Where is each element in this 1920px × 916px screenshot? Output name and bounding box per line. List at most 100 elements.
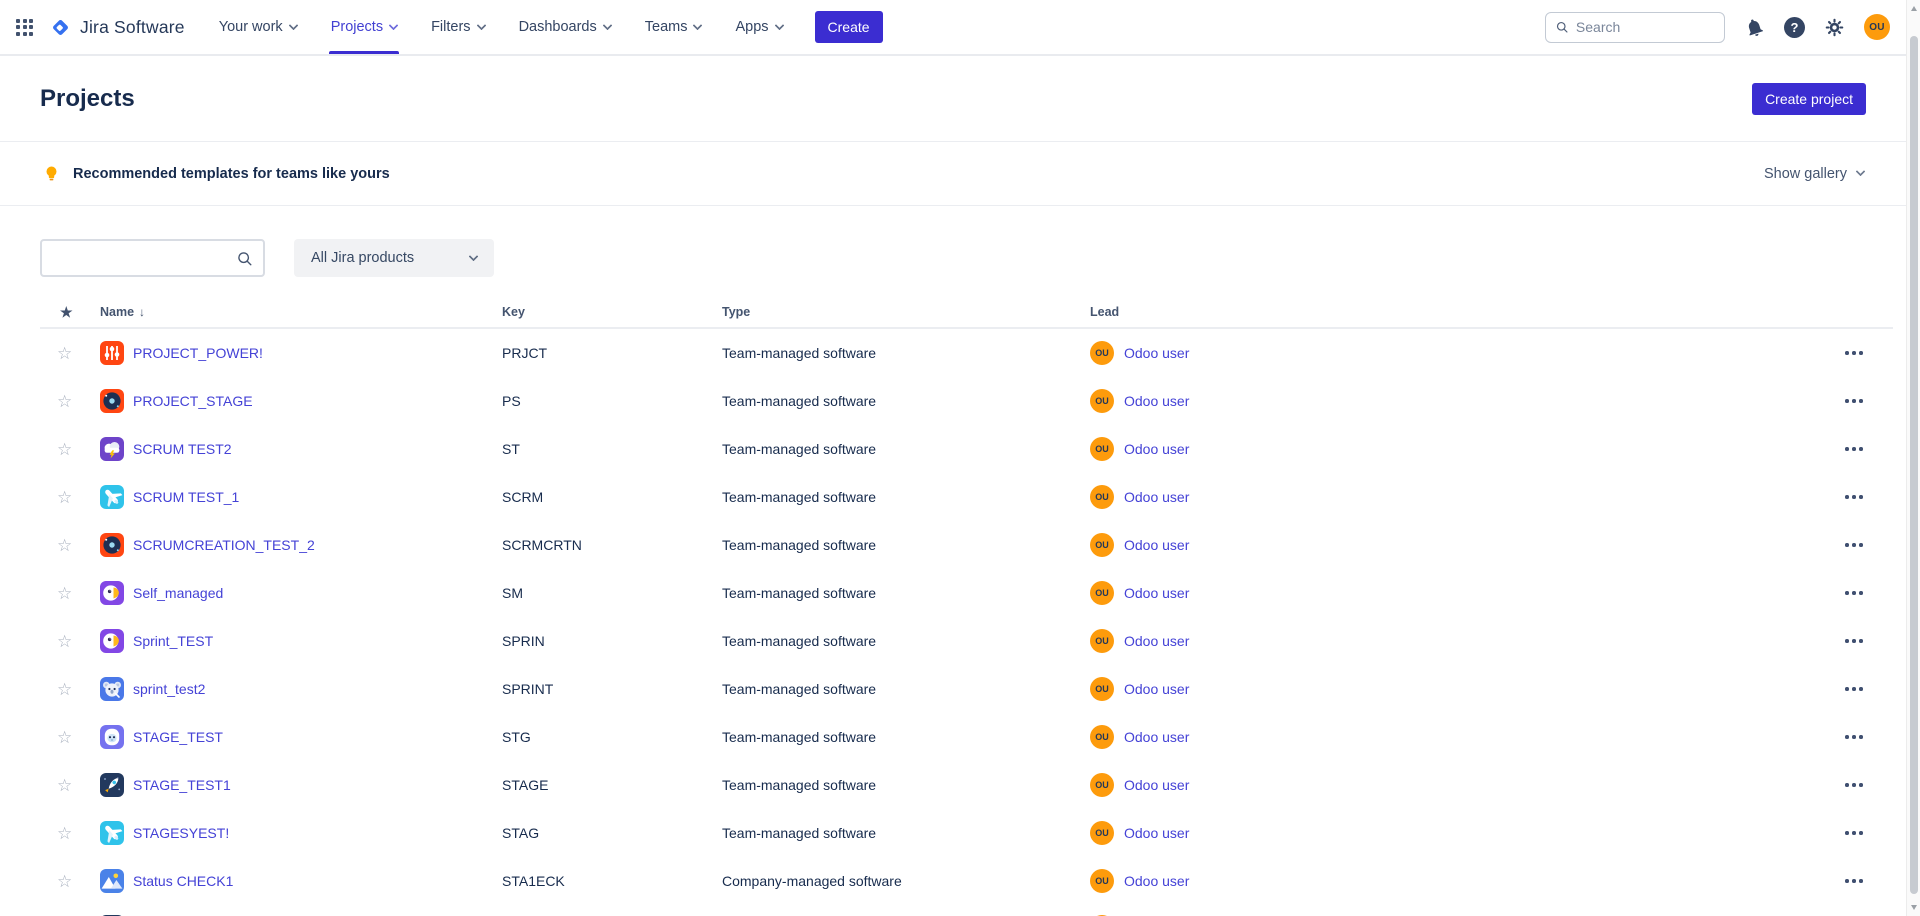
scroll-down-arrow-icon[interactable] <box>1911 905 1917 910</box>
row-actions-button[interactable] <box>1837 351 1893 355</box>
global-search[interactable] <box>1545 12 1725 43</box>
project-type: Company-managed software <box>722 873 1090 889</box>
create-button[interactable]: Create <box>815 11 883 43</box>
scrollbar-thumb[interactable] <box>1910 36 1918 894</box>
project-name-link[interactable]: SCRUM TEST2 <box>133 441 232 457</box>
project-search-input[interactable] <box>52 250 236 266</box>
row-actions-button[interactable] <box>1837 687 1893 691</box>
lead-link[interactable]: Odoo user <box>1124 489 1189 505</box>
lead-link[interactable]: Odoo user <box>1124 633 1189 649</box>
lead-link[interactable]: Odoo user <box>1124 537 1189 553</box>
page-title: Projects <box>40 85 135 113</box>
star-toggle[interactable]: ☆ <box>40 633 100 650</box>
column-header-lead[interactable]: Lead <box>1090 305 1837 319</box>
project-type: Team-managed software <box>722 585 1090 601</box>
project-name-link[interactable]: sprint_test2 <box>133 681 205 697</box>
project-search[interactable] <box>40 239 265 277</box>
project-key: PS <box>502 393 722 409</box>
app-switcher-icon[interactable] <box>16 19 33 36</box>
column-header-name[interactable]: Name ↓ <box>100 305 502 319</box>
row-actions-button[interactable] <box>1837 879 1893 883</box>
project-key: STG <box>502 729 722 745</box>
star-toggle[interactable]: ☆ <box>40 393 100 410</box>
lead-link[interactable]: Odoo user <box>1124 873 1189 889</box>
star-toggle[interactable]: ☆ <box>40 537 100 554</box>
product-name: Jira Software <box>80 17 185 38</box>
yeti-icon <box>100 725 124 749</box>
nav-item-apps[interactable]: Apps <box>735 0 782 54</box>
table-header: ★ Name ↓ Key Type Lead <box>40 297 1893 329</box>
lead-link[interactable]: Odoo user <box>1124 729 1189 745</box>
project-key: SCRMCRTN <box>502 537 722 553</box>
create-project-button[interactable]: Create project <box>1752 83 1866 115</box>
row-actions-button[interactable] <box>1837 399 1893 403</box>
project-name-link[interactable]: PROJECT_POWER! <box>133 345 263 361</box>
nav-item-label: Dashboards <box>519 19 597 35</box>
help-button[interactable]: ? <box>1784 17 1805 38</box>
product-filter-value: All Jira products <box>311 250 414 266</box>
product-filter-dropdown[interactable]: All Jira products <box>294 239 494 277</box>
project-type: Team-managed software <box>722 393 1090 409</box>
star-toggle[interactable]: ☆ <box>40 873 100 890</box>
project-name-link[interactable]: SCRUM TEST_1 <box>133 489 239 505</box>
row-actions-button[interactable] <box>1837 735 1893 739</box>
nav-item-dashboards[interactable]: Dashboards <box>519 0 611 54</box>
nav-right-cluster: ? OU <box>1545 12 1890 43</box>
settings-button[interactable] <box>1824 17 1845 38</box>
lead-link[interactable]: Odoo user <box>1124 345 1189 361</box>
sort-descending-icon: ↓ <box>139 305 145 319</box>
user-avatar[interactable]: OU <box>1864 14 1890 40</box>
project-name-link[interactable]: Sprint_TEST <box>133 633 213 649</box>
star-toggle[interactable]: ☆ <box>40 441 100 458</box>
project-name-link[interactable]: Self_managed <box>133 585 223 601</box>
project-name-link[interactable]: STAGE_TEST1 <box>133 777 231 793</box>
project-name-link[interactable]: PROJECT_STAGE <box>133 393 253 409</box>
row-actions-button[interactable] <box>1837 447 1893 451</box>
project-name-link[interactable]: SCRUMCREATION_TEST_2 <box>133 537 315 553</box>
star-toggle[interactable]: ☆ <box>40 345 100 362</box>
nav-item-label: Projects <box>331 19 383 35</box>
project-type: Team-managed software <box>722 777 1090 793</box>
row-actions-button[interactable] <box>1837 831 1893 835</box>
lead-link[interactable]: Odoo user <box>1124 441 1189 457</box>
nav-item-filters[interactable]: Filters <box>431 0 484 54</box>
lead-link[interactable]: Odoo user <box>1124 393 1189 409</box>
chevron-down-icon <box>602 20 612 30</box>
project-name-link[interactable]: Status CHECK1 <box>133 873 233 889</box>
show-gallery-button[interactable]: Show gallery <box>1764 166 1864 182</box>
project-type: Team-managed software <box>722 825 1090 841</box>
column-header-key[interactable]: Key <box>502 305 722 319</box>
star-toggle[interactable]: ☆ <box>40 729 100 746</box>
global-search-input[interactable] <box>1576 19 1715 35</box>
star-toggle[interactable]: ☆ <box>40 681 100 698</box>
lead-link[interactable]: Odoo user <box>1124 585 1189 601</box>
project-name-link[interactable]: STAGE_TEST <box>133 729 223 745</box>
vertical-scrollbar[interactable] <box>1906 0 1920 916</box>
star-toggle[interactable]: ☆ <box>40 825 100 842</box>
row-actions-button[interactable] <box>1837 591 1893 595</box>
project-name-link[interactable]: STAGESYEST! <box>133 825 229 841</box>
name-header-label: Name <box>100 305 134 319</box>
nav-item-projects[interactable]: Projects <box>331 0 397 54</box>
row-actions-button[interactable] <box>1837 495 1893 499</box>
table-row: ☆Sprint_TESTSPRINTeam-managed softwareOU… <box>40 617 1893 665</box>
table-row: ☆PROJECT_STAGEPSTeam-managed softwareOUO… <box>40 377 1893 425</box>
scroll-up-arrow-icon[interactable] <box>1911 6 1917 11</box>
notifications-button[interactable] <box>1744 17 1765 38</box>
lead-link[interactable]: Odoo user <box>1124 777 1189 793</box>
storm-icon <box>100 437 124 461</box>
lead-link[interactable]: Odoo user <box>1124 681 1189 697</box>
star-toggle[interactable]: ☆ <box>40 585 100 602</box>
jira-logo[interactable]: Jira Software <box>49 16 185 39</box>
lead-link[interactable]: Odoo user <box>1124 825 1189 841</box>
chevron-down-icon <box>476 20 486 30</box>
star-toggle[interactable]: ☆ <box>40 489 100 506</box>
row-actions-button[interactable] <box>1837 543 1893 547</box>
row-actions-button[interactable] <box>1837 783 1893 787</box>
row-actions-button[interactable] <box>1837 639 1893 643</box>
nav-item-teams[interactable]: Teams <box>645 0 702 54</box>
banner-title: Recommended templates for teams like you… <box>73 166 390 182</box>
nav-item-your-work[interactable]: Your work <box>219 0 297 54</box>
star-toggle[interactable]: ☆ <box>40 777 100 794</box>
column-header-type[interactable]: Type <box>722 305 1090 319</box>
